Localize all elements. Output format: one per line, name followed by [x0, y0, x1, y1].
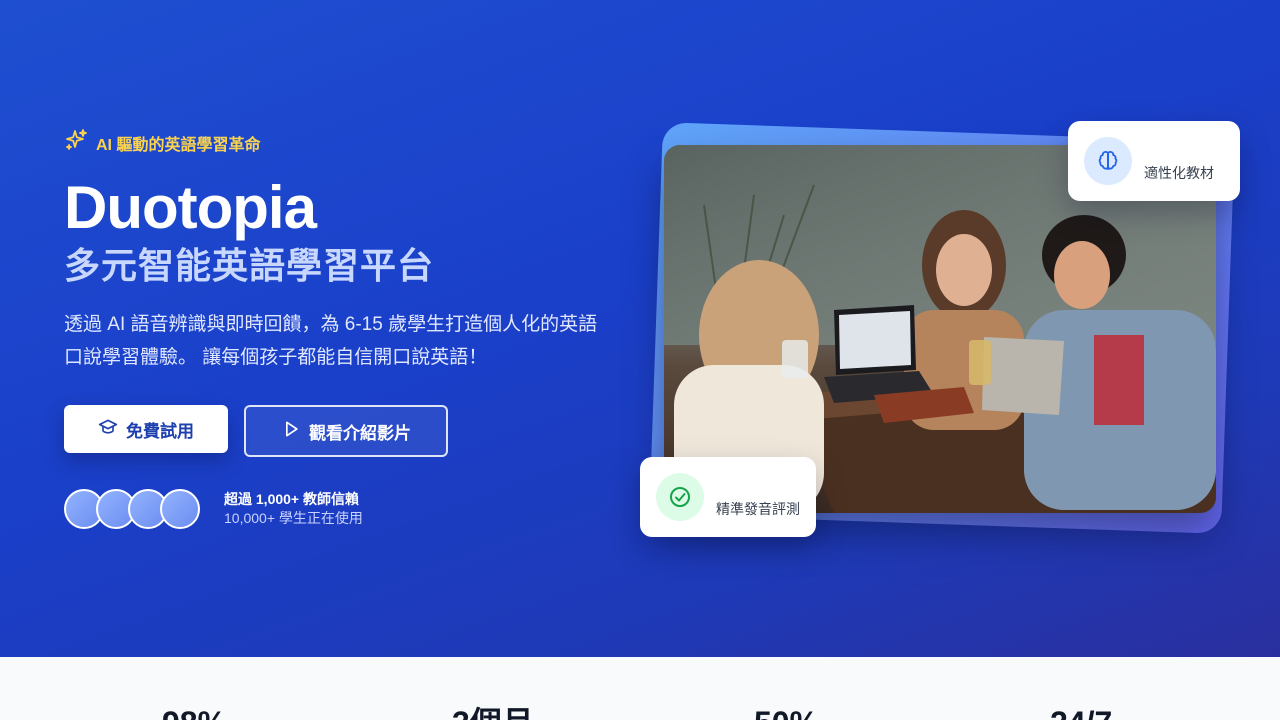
hero-section: AI 驅動的英語學習革命 Duotopia 多元智能英語學習平台 透過 AI 語…: [0, 0, 1280, 657]
stat-value: 3個月: [452, 703, 534, 720]
watch-video-button[interactable]: 觀看介紹影片: [244, 405, 448, 457]
adaptive-materials-label: 適性化教材: [1144, 165, 1214, 181]
teacher-trust-text: 超過 1,000+ 教師信賴: [224, 491, 359, 507]
stats-section: 98% 3個月 50% 24/7: [0, 657, 1280, 720]
brand-title: Duotopia: [64, 174, 317, 241]
adaptive-materials-card: 適性化教材: [1068, 121, 1240, 201]
graduation-cap-icon: [98, 417, 118, 442]
free-trial-button[interactable]: 免費試用: [64, 405, 228, 453]
stat-value: 98%: [162, 703, 226, 720]
watch-video-label: 觀看介紹影片: [309, 423, 411, 443]
pronunciation-card: 精準發音評測: [640, 457, 816, 537]
trust-info: 超過 1,000+ 教師信賴 10,000+ 學生正在使用: [224, 490, 363, 528]
hero-description: 透過 AI 語音辨識與即時回饋，為 6-15 歲學生打造個人化的英語口說學習體驗…: [64, 314, 598, 368]
tagline-text: AI 驅動的英語學習革命: [96, 136, 261, 154]
play-icon: [281, 419, 301, 444]
check-circle-icon: [656, 473, 704, 521]
avatar-group: [64, 489, 200, 529]
student-usage-text: 10,000+ 學生正在使用: [224, 510, 363, 526]
sparkles-icon: [64, 128, 88, 157]
brain-icon: [1084, 137, 1132, 185]
stat-value: 50%: [754, 703, 818, 720]
free-trial-label: 免費試用: [126, 421, 194, 441]
tagline: AI 驅動的英語學習革命: [64, 128, 260, 157]
pronunciation-label: 精準發音評測: [716, 501, 800, 517]
hero-subtitle: 多元智能英語學習平台: [64, 245, 435, 286]
avatar: [160, 489, 200, 529]
stat-value: 24/7: [1050, 703, 1112, 720]
